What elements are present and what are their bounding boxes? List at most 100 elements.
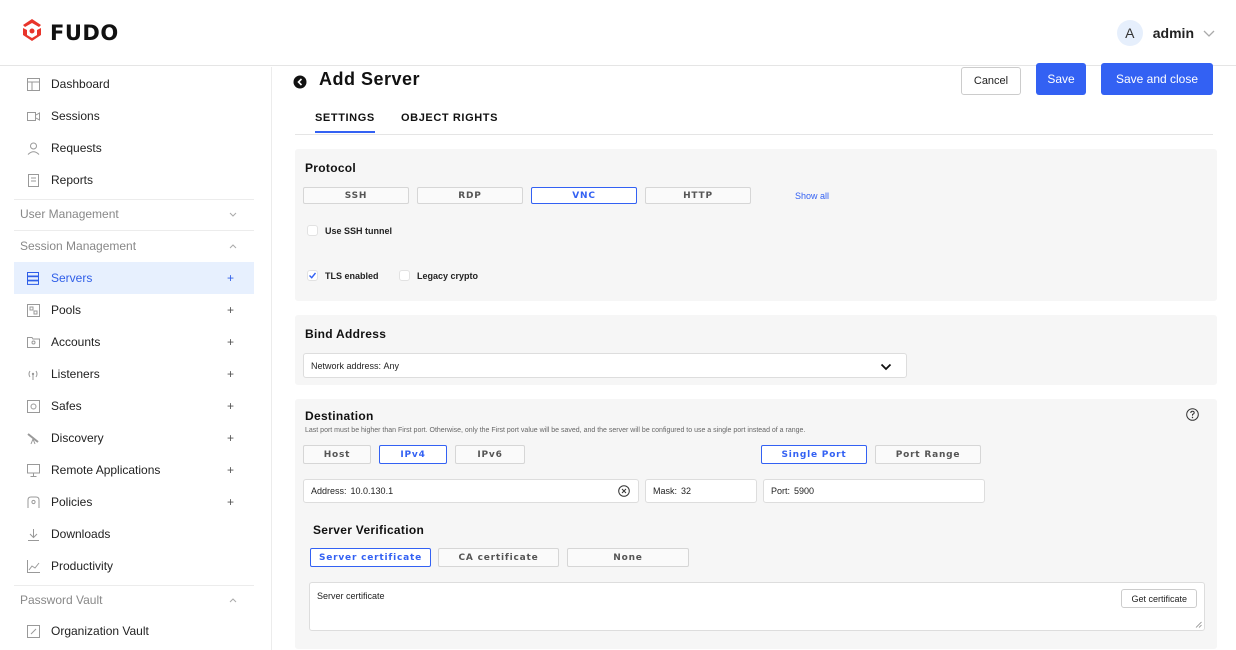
tab-bar: SETTINGS OBJECT RIGHTS (295, 105, 1213, 135)
chevron-up-icon (229, 244, 237, 249)
checkbox-box (307, 225, 318, 236)
address-type-host[interactable]: Host (303, 445, 371, 464)
clear-icon[interactable] (618, 485, 630, 497)
add-account-plus-icon[interactable]: + (227, 335, 234, 349)
sidebar-item-label: Requests (51, 141, 102, 155)
section-user-management[interactable]: User Management (20, 203, 240, 225)
add-server-plus-icon[interactable]: + (227, 271, 234, 285)
section-session-management[interactable]: Session Management (20, 235, 240, 257)
sidebar-item-accounts[interactable]: Accounts + (14, 326, 254, 358)
tls-enabled-checkbox[interactable]: TLS enabled (307, 270, 379, 281)
save-button[interactable]: Save (1036, 63, 1086, 95)
checkbox-label: Use SSH tunnel (325, 225, 393, 236)
network-address-select[interactable]: Network address: Any (303, 353, 907, 378)
select-value: Any (383, 360, 400, 371)
sidebar-item-label: Productivity (51, 559, 114, 573)
field-value: 32 (681, 486, 692, 496)
show-all-link[interactable]: Show all (795, 191, 829, 201)
help-icon[interactable] (1186, 408, 1199, 421)
address-field[interactable]: Address: 10.0.130.1 (303, 479, 639, 503)
document-icon (26, 173, 40, 187)
sidebar-item-sessions[interactable]: Sessions (14, 100, 254, 132)
sidebar-item-label: Discovery (51, 431, 104, 445)
address-type-ipv6[interactable]: IPv6 (455, 445, 525, 464)
legacy-crypto-checkbox[interactable]: Legacy crypto (399, 270, 478, 281)
checkbox-box (399, 270, 410, 281)
add-safe-plus-icon[interactable]: + (227, 399, 234, 413)
sidebar-item-dashboard[interactable]: Dashboard (14, 68, 254, 100)
verification-server-certificate[interactable]: Server certificate (310, 548, 431, 567)
sidebar-divider (14, 199, 254, 200)
sidebar-item-discovery[interactable]: Discovery + (14, 422, 254, 454)
protocol-ssh-option[interactable]: SSH (303, 187, 409, 204)
save-and-close-button[interactable]: Save and close (1101, 63, 1213, 95)
sidebar-item-label: Servers (51, 271, 93, 285)
sidebar-item-pools[interactable]: Pools + (14, 294, 254, 326)
sidebar-item-listeners[interactable]: Listeners + (14, 358, 254, 390)
sidebar-item-servers[interactable]: Servers + (14, 262, 254, 294)
protocol-rdp-option[interactable]: RDP (417, 187, 523, 204)
tab-settings[interactable]: SETTINGS (315, 112, 375, 133)
port-field[interactable]: Port: 5900 (763, 479, 985, 503)
top-bar: FUDO A admin (0, 0, 1236, 66)
user-name: admin (1152, 25, 1194, 41)
chevron-down-icon (1203, 30, 1215, 37)
add-discovery-plus-icon[interactable]: + (227, 431, 234, 445)
sidebar-item-downloads[interactable]: Downloads (14, 518, 254, 550)
logo[interactable]: FUDO (20, 18, 119, 47)
sidebar-item-organization-vault[interactable]: Organization Vault (14, 615, 254, 647)
sidebar-item-reports[interactable]: Reports (14, 164, 254, 196)
server-certificate-textarea[interactable]: Server certificate Get certificate (309, 582, 1205, 631)
cancel-button[interactable]: Cancel (961, 67, 1021, 95)
resize-handle-icon[interactable] (1195, 621, 1202, 628)
chevron-down-icon (880, 363, 892, 371)
download-icon (26, 527, 40, 541)
sidebar-item-label: Sessions (51, 109, 100, 123)
mask-field[interactable]: Mask: 32 (645, 479, 757, 503)
single-port-option[interactable]: Single Port (761, 445, 867, 464)
sidebar-divider (14, 230, 254, 231)
policy-icon (26, 495, 40, 509)
bind-address-title: Bind Address (305, 327, 387, 341)
fudo-logo-icon (20, 18, 44, 47)
telescope-icon (26, 431, 40, 445)
sidebar-item-policies[interactable]: Policies + (14, 486, 254, 518)
video-icon (26, 109, 40, 123)
protocol-http-option[interactable]: HTTP (645, 187, 751, 204)
sidebar-item-productivity[interactable]: Productivity (14, 550, 254, 582)
avatar: A (1116, 20, 1143, 46)
user-icon (26, 141, 40, 155)
verification-ca-certificate[interactable]: CA certificate (438, 548, 559, 567)
add-policy-plus-icon[interactable]: + (227, 495, 234, 509)
main-content: Add Server Cancel Save Save and close SE… (273, 63, 1236, 650)
section-password-vault[interactable]: Password Vault (20, 589, 240, 611)
sidebar-item-remote-applications[interactable]: Remote Applications + (14, 454, 254, 486)
sidebar-item-safes[interactable]: Safes + (14, 390, 254, 422)
add-remote-app-plus-icon[interactable]: + (227, 463, 234, 477)
add-listener-plus-icon[interactable]: + (227, 367, 234, 381)
monitor-icon (26, 463, 40, 477)
field-value: 10.0.130.1 (350, 486, 394, 496)
logo-text: FUDO (50, 20, 119, 45)
address-type-ipv4[interactable]: IPv4 (379, 445, 447, 464)
sidebar-item-label: Remote Applications (51, 463, 161, 477)
checkbox-label: Legacy crypto (417, 270, 479, 281)
sidebar-item-label: Listeners (51, 367, 100, 381)
tab-object-rights[interactable]: OBJECT RIGHTS (401, 112, 498, 124)
user-menu[interactable]: A admin (1116, 20, 1216, 46)
chevron-down-icon (229, 212, 237, 217)
sidebar-item-label: Reports (51, 173, 94, 187)
get-certificate-button[interactable]: Get certificate (1121, 589, 1197, 608)
protocol-vnc-option[interactable]: VNC (531, 187, 637, 204)
back-arrow-icon[interactable] (293, 75, 307, 89)
field-label: Address: (311, 486, 347, 496)
check-icon (309, 272, 317, 279)
add-pool-plus-icon[interactable]: + (227, 303, 234, 317)
use-ssh-tunnel-checkbox[interactable]: Use SSH tunnel (307, 225, 392, 236)
section-label: Session Management (20, 239, 137, 253)
sidebar-item-requests[interactable]: Requests (14, 132, 254, 164)
port-range-option[interactable]: Port Range (875, 445, 981, 464)
sidebar-item-label: Downloads (51, 527, 111, 541)
sidebar: Dashboard Sessions Requests Reports User… (0, 67, 272, 650)
verification-none[interactable]: None (567, 548, 689, 567)
